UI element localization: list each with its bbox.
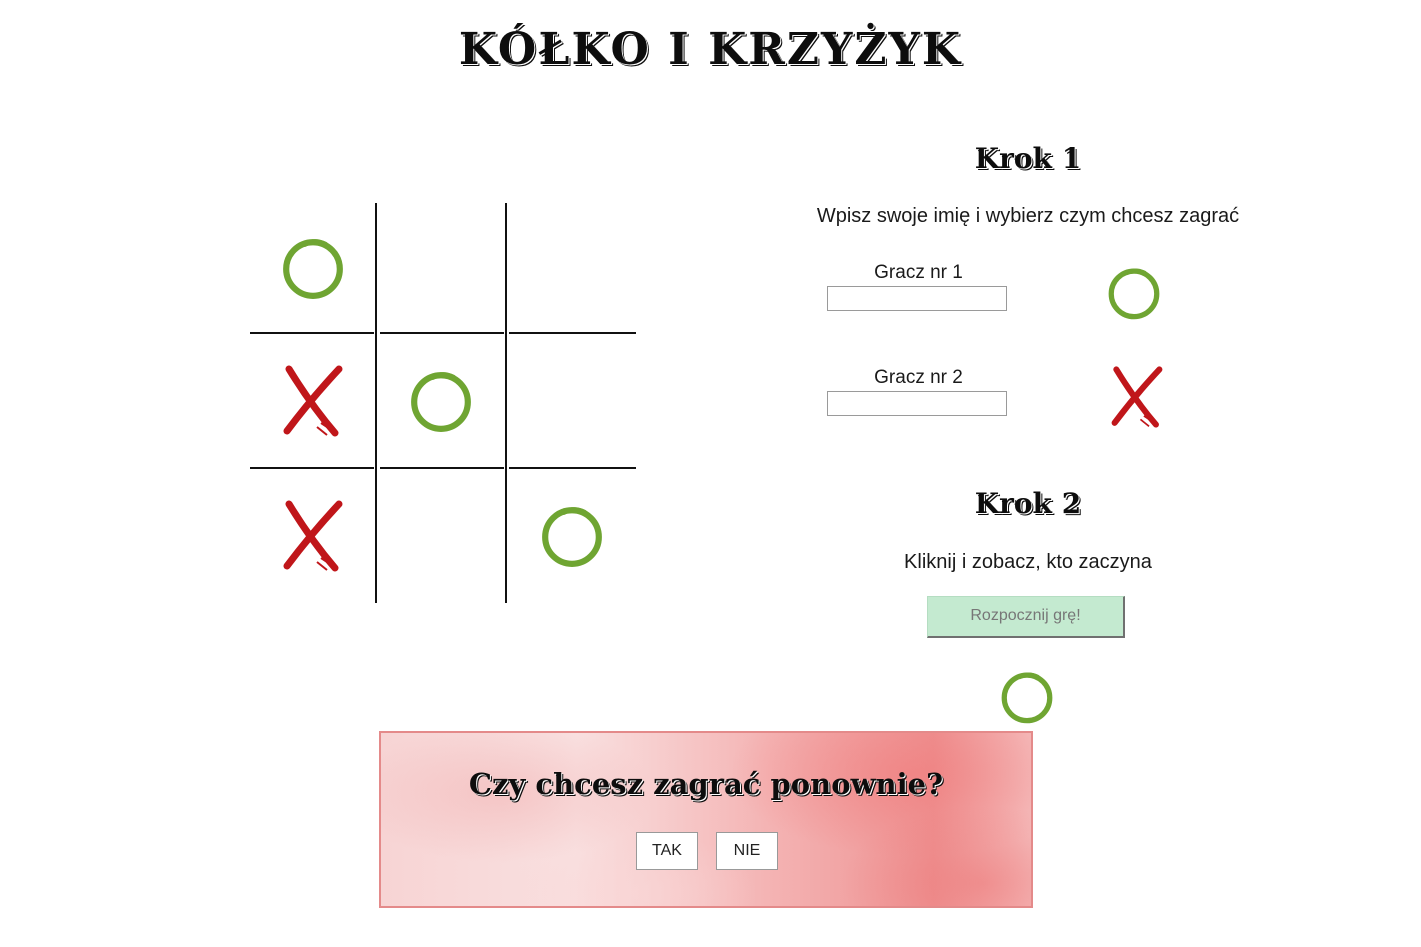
green-circle-icon [541, 507, 602, 567]
start-game-button[interactable]: Rozpocznij grę! [927, 596, 1125, 638]
player1-label: Gracz nr 1 [874, 262, 963, 283]
board-cell-1[interactable] [250, 203, 375, 332]
board-cell-3[interactable] [507, 203, 636, 332]
red-cross-icon [1111, 366, 1163, 428]
no-button[interactable]: NIE [716, 832, 778, 870]
red-cross-icon [283, 365, 342, 436]
board-cell-4[interactable] [250, 334, 375, 467]
game-board [250, 203, 636, 603]
green-circle-icon [411, 371, 471, 432]
player1-name-input[interactable] [827, 286, 1007, 311]
red-cross-icon [283, 500, 342, 572]
green-circle-icon [1108, 268, 1160, 320]
board-cell-9[interactable] [507, 469, 636, 603]
board-cell-5[interactable] [377, 334, 505, 467]
step1-title: Krok 1 [974, 142, 1082, 175]
player1-symbol[interactable] [1106, 265, 1162, 326]
step2-title: Krok 2 [974, 487, 1082, 520]
green-circle-icon [1001, 672, 1053, 724]
play-again-question: Czy chcesz zagrać ponownie? [468, 767, 944, 801]
yes-button[interactable]: TAK [636, 832, 698, 870]
play-again-dialog: Czy chcesz zagrać ponownie? TAK NIE [379, 731, 1033, 908]
player2-name-input[interactable] [827, 391, 1007, 416]
player2-label: Gracz nr 2 [874, 367, 963, 388]
board-cell-2[interactable] [377, 203, 505, 332]
board-cell-6[interactable] [507, 334, 636, 467]
player2-symbol[interactable] [1106, 366, 1168, 433]
green-circle-icon [282, 238, 343, 299]
current-turn-symbol [999, 669, 1055, 730]
page-title: KÓŁKO I KRZYŻYK [458, 24, 963, 75]
board-cell-7[interactable] [250, 469, 375, 603]
step2-instruction: Kliknij i zobacz, kto zaczyna [904, 551, 1152, 573]
board-cell-8[interactable] [377, 469, 505, 603]
step1-instruction: Wpisz swoje imię i wybierz czym chcesz z… [816, 205, 1240, 227]
